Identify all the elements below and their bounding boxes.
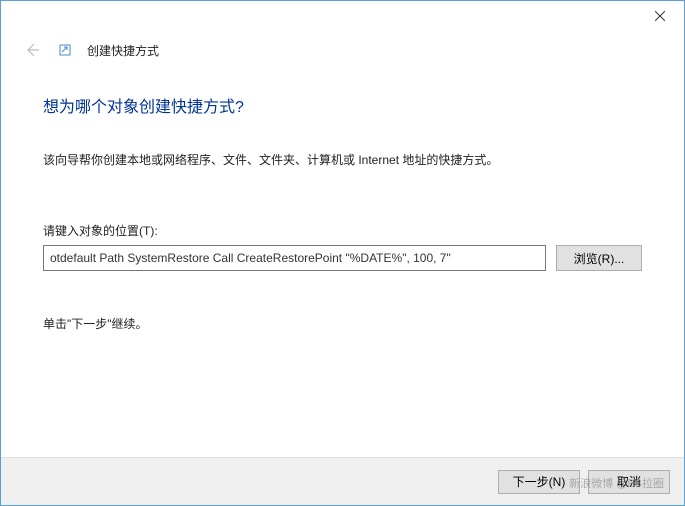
- back-button: [21, 39, 43, 61]
- close-button[interactable]: [638, 2, 682, 30]
- description-text: 该向导帮你创建本地或网络程序、文件、文件夹、计算机或 Internet 地址的快…: [43, 151, 642, 168]
- location-label: 请键入对象的位置(T):: [43, 222, 642, 239]
- footer-bar: 下一步(N) 取消: [1, 457, 684, 505]
- next-button[interactable]: 下一步(N): [498, 470, 580, 494]
- back-arrow-icon: [24, 42, 40, 58]
- close-icon: [655, 11, 665, 21]
- wizard-label: 创建快捷方式: [87, 42, 159, 59]
- wizard-header: 创建快捷方式: [1, 31, 684, 65]
- cancel-button[interactable]: 取消: [588, 470, 670, 494]
- page-title: 想为哪个对象创建快捷方式?: [43, 93, 642, 117]
- location-input[interactable]: [43, 245, 546, 271]
- continue-text: 单击"下一步"继续。: [43, 315, 642, 332]
- browse-button[interactable]: 浏览(R)...: [556, 245, 642, 271]
- shortcut-icon: [57, 42, 73, 58]
